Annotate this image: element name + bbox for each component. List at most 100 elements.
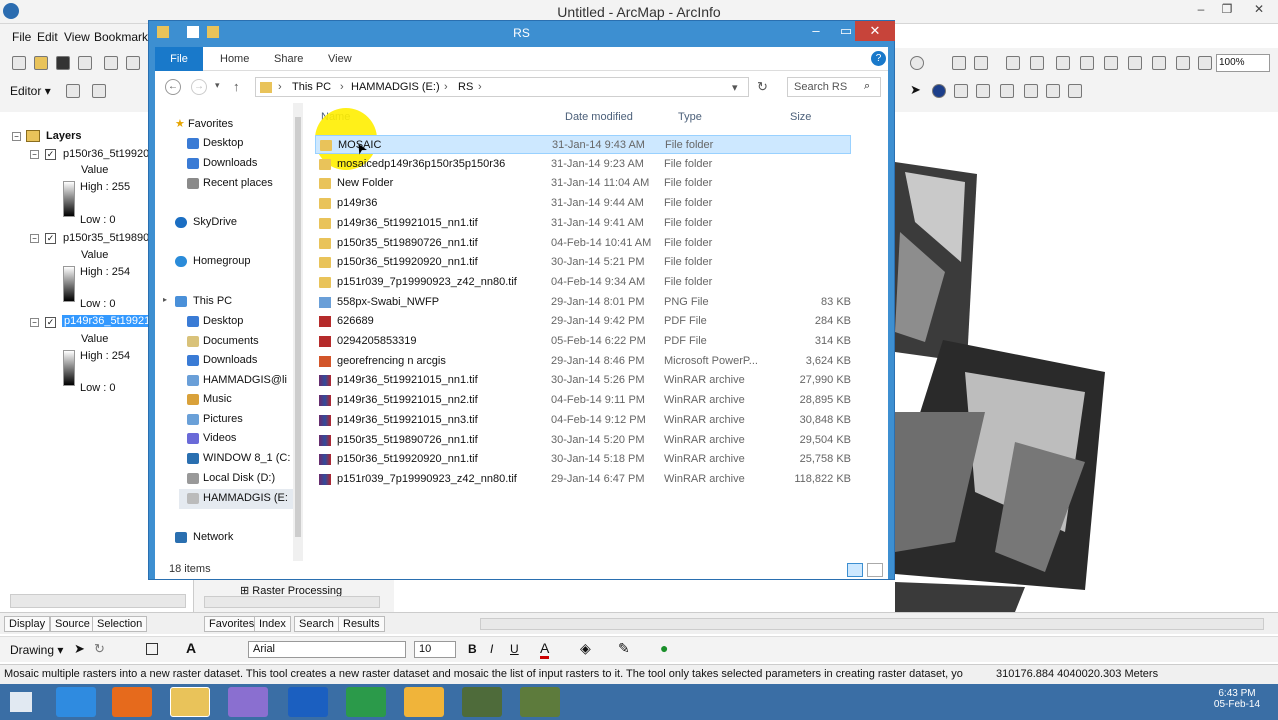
tab-favorites[interactable]: Favorites — [204, 616, 260, 632]
page-zoom-in-icon[interactable] — [1128, 56, 1142, 70]
ribbon-home-tab[interactable]: Home — [220, 53, 249, 65]
nav-pc-pictures[interactable]: Pictures — [203, 413, 243, 425]
layer-2-name[interactable]: p150r35_5t198907 — [63, 232, 155, 244]
full-extent-icon[interactable] — [1056, 56, 1070, 70]
file-row[interactable]: p150r35_5t19890726_nn1.tif 04-Feb-14 10:4… — [315, 234, 851, 253]
arctoolbox-taskbar-icon[interactable] — [462, 687, 502, 717]
ribbon-share-tab[interactable]: Share — [274, 53, 303, 65]
nav-fav-recent[interactable]: Recent places — [203, 177, 273, 189]
this-pc-expand-icon[interactable]: ▸ — [163, 295, 167, 304]
refresh-button[interactable]: ↻ — [757, 79, 768, 95]
add-data-icon[interactable] — [974, 56, 988, 70]
tab-index[interactable]: Index — [254, 616, 291, 632]
select-features-icon[interactable]: ➤ — [910, 83, 924, 98]
page-full-icon[interactable] — [1198, 56, 1212, 70]
breadcrumb-this-pc[interactable]: This PC — [292, 81, 331, 93]
tab-display[interactable]: Display — [4, 616, 51, 632]
file-row[interactable]: p150r36_5t19920920_nn1.tif 30-Jan-14 5:21… — [315, 253, 851, 272]
layer-3-visibility-checkbox[interactable]: ✓ — [45, 317, 56, 328]
cut-icon[interactable] — [104, 56, 118, 70]
breadcrumb-drive[interactable]: HAMMADGIS (E:) — [351, 81, 440, 93]
address-dropdown-icon[interactable]: ▾ — [732, 81, 738, 94]
map-display[interactable] — [895, 112, 1278, 612]
zoom-in-fixed-icon[interactable] — [1006, 56, 1020, 70]
nav-pc-downloads[interactable]: Downloads — [203, 354, 257, 366]
font-name-select[interactable]: Arial — [248, 641, 406, 658]
arcmap-close-button[interactable]: ✕ — [1242, 2, 1276, 20]
file-row[interactable]: p149r36_5t19921015_nn3.tif 04-Feb-14 9:12… — [315, 411, 851, 430]
nav-scroll-thumb[interactable] — [295, 117, 301, 537]
font-color-icon[interactable]: A — [540, 640, 550, 659]
nav-this-pc[interactable]: This PC — [193, 295, 232, 307]
file-row[interactable]: 626689 29-Jan-14 9:42 PM PDF File 284 KB — [315, 312, 851, 331]
search-input[interactable]: Search RS ⌕ — [787, 77, 881, 97]
explorer-minimize-button[interactable]: – — [801, 21, 831, 41]
text-tool-icon[interactable]: A — [186, 640, 196, 656]
globe-tool-icon[interactable] — [910, 56, 924, 70]
large-icons-view-icon[interactable] — [867, 563, 883, 577]
line-color-icon[interactable]: ✎ — [618, 640, 630, 657]
file-row[interactable]: New Folder 31-Jan-14 11:04 AM File folder — [315, 174, 851, 193]
nav-pc-videos[interactable]: Videos — [203, 432, 236, 444]
marker-color-icon[interactable]: ● — [660, 640, 668, 656]
find-icon[interactable] — [954, 84, 968, 98]
nav-pc-drive-c[interactable]: WINDOW 8_1 (C: — [203, 452, 290, 464]
tab-source[interactable]: Source — [50, 616, 95, 632]
nav-pc-music[interactable]: Music — [203, 393, 232, 405]
underline-button[interactable]: U — [510, 642, 519, 656]
sketch-tool-icon[interactable] — [92, 84, 106, 98]
file-row[interactable]: 558px-Swabi_NWFP 29-Jan-14 8:01 PM PNG Fil… — [315, 293, 851, 312]
print-icon[interactable] — [78, 56, 92, 70]
toc-horizontal-scrollbar[interactable] — [10, 594, 186, 608]
file-row[interactable]: p149r36_5t19921015_nn1.tif 31-Jan-14 9:41… — [315, 214, 851, 233]
recent-locations-icon[interactable]: ▾ — [215, 80, 220, 91]
editor-dropdown[interactable]: Editor ▾ — [10, 84, 51, 98]
back-button[interactable]: ← — [165, 79, 181, 95]
internet-explorer-icon[interactable] — [56, 687, 96, 717]
hyperlink-icon[interactable] — [1000, 84, 1014, 98]
paste-icon[interactable] — [126, 56, 140, 70]
page-zoom-out-icon[interactable] — [1152, 56, 1166, 70]
file-explorer-icon[interactable] — [170, 687, 210, 717]
edit-tool-icon[interactable] — [66, 84, 80, 98]
italic-button[interactable]: I — [490, 642, 493, 656]
layer-1-name[interactable]: p150r36_5t199209 — [63, 148, 155, 160]
nav-homegroup[interactable]: Homegroup — [193, 255, 250, 267]
menu-file[interactable]: File — [12, 30, 31, 44]
layout-zoom-icon[interactable] — [1080, 56, 1094, 70]
address-bar[interactable]: › This PC › HAMMADGIS (E:) › RS › ▾ — [255, 77, 749, 97]
file-row[interactable]: p149r36_5t19921015_nn2.tif 04-Feb-14 9:11… — [315, 391, 851, 410]
file-row[interactable]: p150r35_5t19890726_nn1.tif 30-Jan-14 5:20… — [315, 431, 851, 450]
help-icon[interactable]: ? — [871, 51, 886, 66]
tab-search[interactable]: Search — [294, 616, 339, 632]
file-row[interactable]: p151r039_7p19990923_z42_nn80.tif 29-Jan-1… — [315, 470, 851, 489]
page-extent-icon[interactable] — [1176, 56, 1190, 70]
breadcrumb-rs[interactable]: RS — [458, 81, 473, 93]
arcmap-taskbar-icon[interactable] — [346, 687, 386, 717]
rectangle-icon[interactable] — [146, 643, 158, 655]
measure-icon[interactable] — [976, 84, 990, 98]
html-popup-icon[interactable] — [1024, 84, 1038, 98]
nav-skydrive[interactable]: SkyDrive — [193, 216, 237, 228]
nav-pc-desktop[interactable]: Desktop — [203, 315, 243, 327]
pan-icon[interactable] — [952, 56, 966, 70]
ribbon-view-tab[interactable]: View — [328, 53, 352, 65]
nav-pc-drive-d[interactable]: Local Disk (D:) — [203, 472, 275, 484]
catalog-scrollbar[interactable] — [204, 596, 380, 608]
zoom-level-field[interactable]: 100% — [1216, 54, 1270, 72]
layers-collapse-toggle[interactable]: − — [12, 132, 21, 141]
tab-selection[interactable]: Selection — [92, 616, 148, 632]
firefox-icon[interactable] — [112, 687, 152, 717]
save-icon[interactable] — [56, 56, 70, 70]
new-document-icon[interactable] — [12, 56, 26, 70]
up-button[interactable]: ↑ — [233, 79, 240, 94]
arcmap-maximize-button[interactable]: ❐ — [1213, 2, 1241, 20]
nav-pc-drive-e[interactable]: HAMMADGIS (E: — [203, 492, 288, 504]
column-header-size[interactable]: Size — [790, 111, 811, 123]
time-slider-icon[interactable] — [1046, 84, 1060, 98]
map-horizontal-scrollbar[interactable] — [480, 618, 1264, 630]
menu-view[interactable]: View — [64, 30, 90, 44]
identify-icon[interactable] — [932, 84, 946, 98]
drawing-dropdown[interactable]: Drawing ▾ — [10, 643, 63, 657]
font-size-select[interactable]: 10 — [414, 641, 456, 658]
